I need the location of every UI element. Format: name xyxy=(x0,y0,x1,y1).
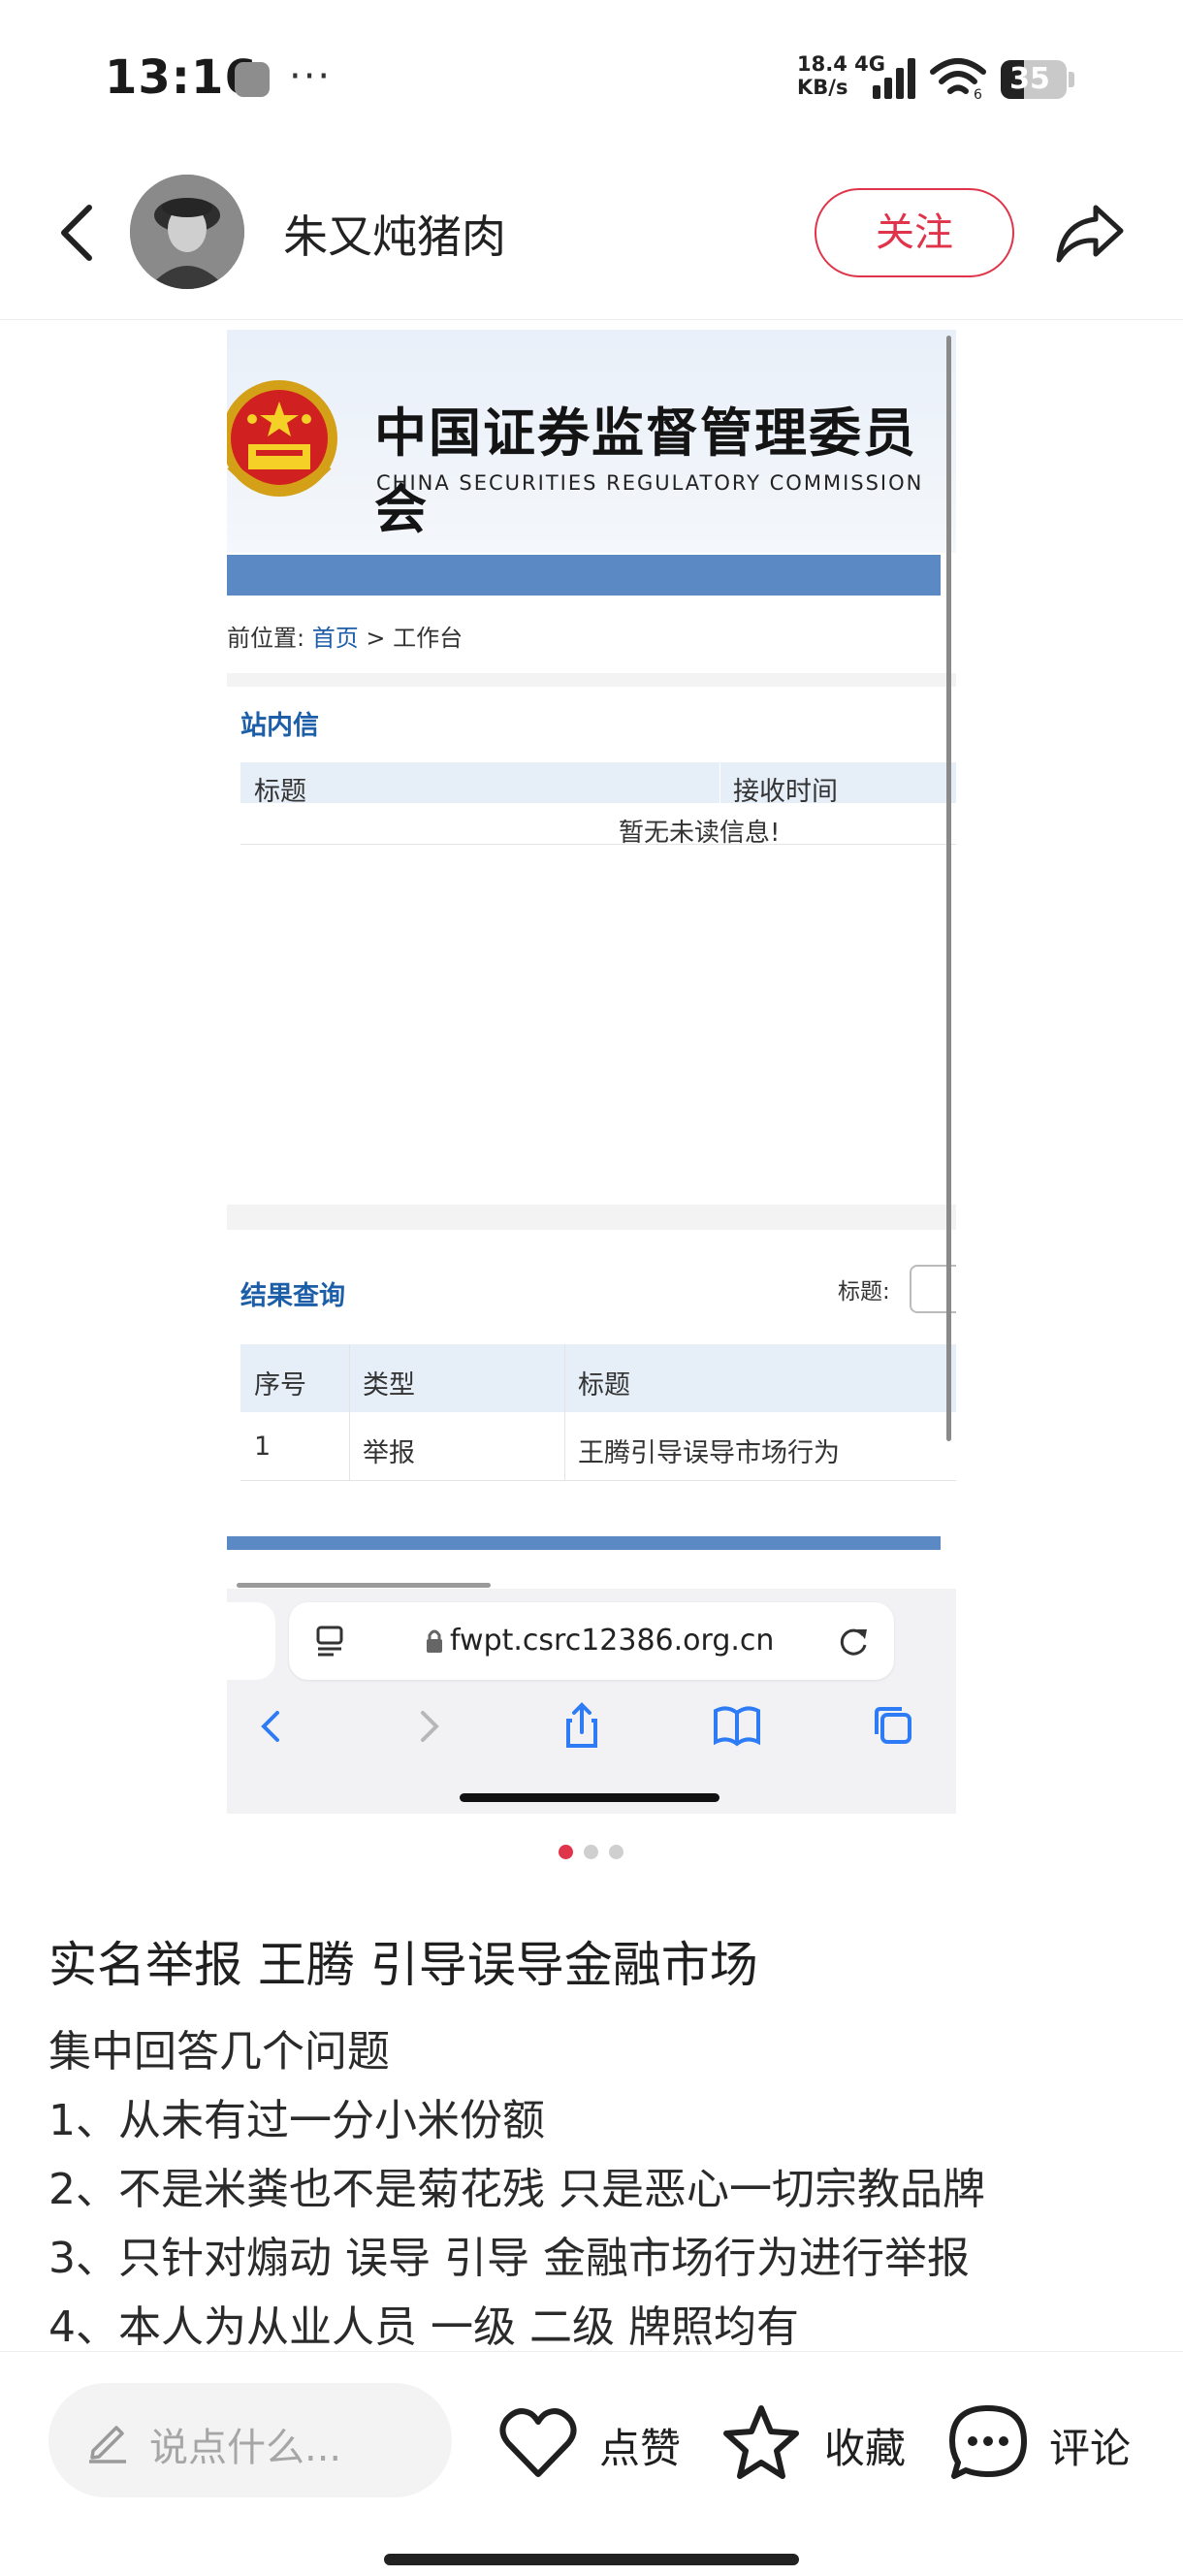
section-divider xyxy=(227,673,956,687)
bookmarks-icon[interactable] xyxy=(708,1697,766,1755)
comment-input[interactable]: 说点什么... xyxy=(48,2383,452,2497)
star-icon xyxy=(723,2405,799,2479)
inbox-col-title: 标题 xyxy=(254,777,306,807)
query-col-no: 序号 xyxy=(254,1370,306,1401)
page-scrollbar xyxy=(946,336,951,1441)
back-arrow-icon[interactable] xyxy=(39,194,116,272)
pen-icon xyxy=(89,2426,126,2463)
post-line: 2、不是米粪也不是菊花残 只是恶心一切宗教品牌 xyxy=(48,2165,985,2214)
battery-icon: 35 xyxy=(1001,60,1067,99)
share-icon[interactable] xyxy=(553,1697,611,1755)
reader-icon[interactable] xyxy=(314,1624,347,1657)
home-indicator xyxy=(460,1793,719,1802)
query-section-title: 结果查询 xyxy=(240,1281,345,1311)
inbox-table: 标题 接收时间 暂无未读信息! xyxy=(240,762,956,848)
post-body: 集中回答几个问题 1、从未有过一分小米份额 2、不是米粪也不是菊花残 只是恶心一… xyxy=(48,2017,1164,2362)
status-bar: 13:16 ··· 18.4 4G KB/s 6 35 xyxy=(0,0,1183,155)
heart-icon xyxy=(499,2408,577,2477)
post-line: 3、只针对煽动 误导 引导 金融市场行为进行举报 xyxy=(48,2234,970,2283)
inbox-section-title: 站内信 xyxy=(240,711,319,741)
national-emblem-icon xyxy=(227,380,337,497)
inbox-table-header xyxy=(240,762,956,803)
pager-dot[interactable] xyxy=(609,1845,623,1859)
breadcrumb-prefix: 前位置: xyxy=(227,625,305,652)
breadcrumb-separator: > xyxy=(358,625,394,652)
collect-label: 收藏 xyxy=(824,2425,907,2472)
post-line: 1、从未有过一分小米份额 xyxy=(48,2096,545,2145)
pager-dot[interactable] xyxy=(584,1845,598,1859)
forward-icon[interactable] xyxy=(400,1697,458,1755)
url-text: fwpt.csrc12386.org.cn xyxy=(450,1624,775,1658)
post-title: 实名举报 王腾 引导误导金融市场 xyxy=(48,1937,758,1993)
avatar[interactable] xyxy=(130,175,244,289)
like-label: 点赞 xyxy=(599,2425,682,2472)
reload-icon[interactable] xyxy=(838,1624,871,1658)
follow-button[interactable]: 关注 xyxy=(815,188,1014,277)
lock-icon xyxy=(427,1629,442,1653)
signal-icon xyxy=(873,58,921,99)
url-bar[interactable]: fwpt.csrc12386.org.cn xyxy=(289,1602,894,1680)
comment-label: 评论 xyxy=(1049,2425,1132,2472)
bottom-action-bar: 说点什么... 点赞 收藏 评论 xyxy=(0,2351,1183,2576)
browser-nav-icons xyxy=(227,1697,956,1765)
wifi-icon: 6 xyxy=(930,58,986,101)
csrc-nav-bar xyxy=(227,555,941,596)
battery-cap xyxy=(1069,72,1074,87)
post-header: 朱又炖猪肉 关注 xyxy=(0,155,1183,320)
image-pager xyxy=(559,1843,626,1862)
post-image[interactable]: 中国证券监督管理委员会 CHINA SECURITIES REGULATORY … xyxy=(227,330,956,1814)
share-icon[interactable] xyxy=(1051,198,1129,268)
author-name[interactable]: 朱又炖猪肉 xyxy=(283,202,506,266)
row-no: 1 xyxy=(254,1432,272,1462)
battery-level: 35 xyxy=(1009,62,1050,96)
like-button[interactable]: 点赞 xyxy=(496,2383,690,2497)
svg-text:6: 6 xyxy=(974,87,982,101)
app-notification-icon xyxy=(235,62,270,97)
table-row[interactable]: 1 举报 王腾引导误导市场行为 xyxy=(240,1412,956,1480)
safari-toolbar: fwpt.csrc12386.org.cn xyxy=(227,1583,956,1814)
comment-bubble-icon xyxy=(949,2405,1027,2479)
row-type: 举报 xyxy=(363,1438,415,1468)
breadcrumb-home-link[interactable]: 首页 xyxy=(312,625,359,652)
scroll-indicator xyxy=(237,1583,491,1588)
back-icon[interactable] xyxy=(242,1697,301,1755)
previous-tab[interactable] xyxy=(227,1602,275,1680)
breadcrumb: 前位置: 首页 > 工作台 xyxy=(227,619,463,653)
comment-button[interactable]: 评论 xyxy=(946,2383,1140,2497)
csrc-title-cn: 中国证券监督管理委员会 xyxy=(374,402,917,540)
csrc-title-en: CHINA SECURITIES REGULATORY COMMISSION xyxy=(376,471,924,495)
csrc-banner: 中国证券监督管理委员会 CHINA SECURITIES REGULATORY … xyxy=(227,330,956,553)
footer-bar xyxy=(227,1536,941,1550)
inbox-col-time: 接收时间 xyxy=(733,777,838,807)
breadcrumb-current: 工作台 xyxy=(393,625,464,652)
collect-button[interactable]: 收藏 xyxy=(719,2383,913,2497)
more-indicator: ··· xyxy=(289,54,333,99)
section-divider xyxy=(227,1205,956,1230)
pager-dot-active[interactable] xyxy=(559,1845,573,1859)
row-title: 王腾引导误导市场行为 xyxy=(578,1438,840,1468)
query-filter-label: 标题: xyxy=(838,1279,890,1304)
post-line: 集中回答几个问题 xyxy=(48,2027,390,2077)
query-table: 序号 类型 标题 1 举报 王腾引导误导市场行为 xyxy=(240,1344,956,1481)
home-indicator xyxy=(384,2554,799,2565)
query-col-type: 类型 xyxy=(363,1370,415,1401)
comment-placeholder: 说点什么... xyxy=(149,2426,342,2470)
query-col-title: 标题 xyxy=(578,1370,630,1401)
tabs-icon[interactable] xyxy=(863,1697,921,1755)
